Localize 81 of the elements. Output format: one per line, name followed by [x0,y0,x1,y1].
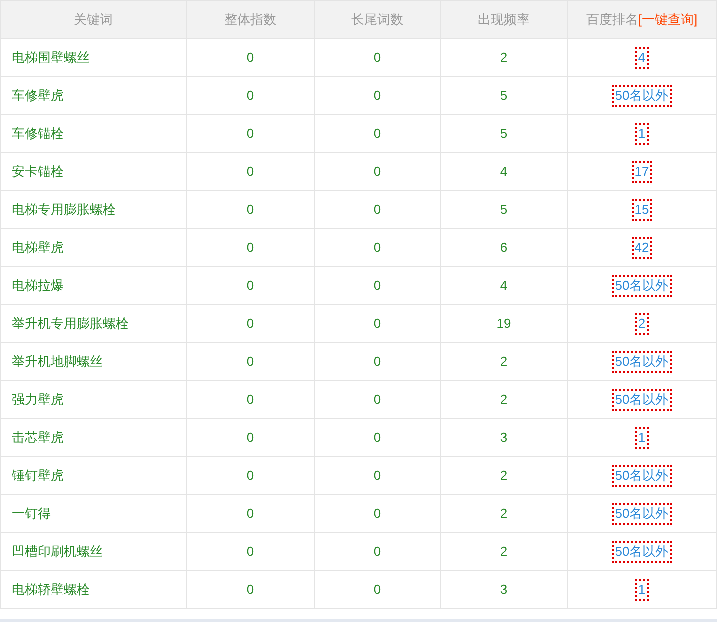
keyword-cell: 电梯壁虎 [0,228,186,266]
table-cell: 2 [440,494,568,532]
keyword-cell: 举升机地脚螺丝 [0,342,186,380]
keyword-cell: 电梯专用膨胀螺栓 [0,190,186,228]
column-header: 关键词 [0,0,186,38]
rank-link[interactable]: 42 [632,236,652,258]
rank-link[interactable]: 2 [635,312,649,334]
keyword-cell: 强力壁虎 [0,380,186,418]
table-cell: 2 [440,456,568,494]
table-cell: 0 [186,342,314,380]
keyword-cell: 凹槽印刷机螺丝 [0,532,186,570]
table-cell: 0 [314,76,440,114]
table-cell: 0 [186,570,314,608]
rank-link[interactable]: 1 [635,122,649,144]
table-cell: 2 [440,342,568,380]
table-cell: 0 [186,380,314,418]
rank-link[interactable]: 50名以外 [612,540,672,562]
table-cell: 5 [440,76,568,114]
rank-link[interactable]: 50名以外 [612,84,672,106]
rank-link[interactable]: 50名以外 [612,388,672,410]
table-cell: 0 [314,342,440,380]
rank-link[interactable]: 50名以外 [612,274,672,296]
rank-link[interactable]: 4 [635,46,649,68]
table-cell: 2 [440,38,568,76]
table-cell: 0 [314,266,440,304]
table-cell: 0 [186,494,314,532]
table-cell: 0 [186,114,314,152]
table-cell: 2 [440,532,568,570]
table-cell: 4 [440,266,568,304]
rank-link[interactable]: 15 [632,198,652,220]
table-cell: 0 [186,76,314,114]
column-header: 整体指数 [186,0,314,38]
keyword-cell: 安卡锚栓 [0,152,186,190]
keyword-cell: 车修壁虎 [0,76,186,114]
table-cell: 0 [314,532,440,570]
table-cell: 2 [440,380,568,418]
table-cell: 0 [186,304,314,342]
keyword-cell: 一钉得 [0,494,186,532]
table-cell: 0 [186,38,314,76]
rank-link[interactable]: 1 [635,578,649,600]
table-cell: 6 [440,228,568,266]
table-cell: 0 [186,456,314,494]
table-cell: 0 [314,152,440,190]
table-cell: 0 [186,228,314,266]
keyword-cell: 锤钉壁虎 [0,456,186,494]
keyword-cell: 击芯壁虎 [0,418,186,456]
keyword-cell: 举升机专用膨胀螺栓 [0,304,186,342]
table-cell: 0 [186,266,314,304]
table-cell: 0 [186,418,314,456]
rank-link[interactable]: 50名以外 [612,502,672,524]
table-cell: 0 [314,38,440,76]
table-cell: 3 [440,570,568,608]
table-cell: 0 [186,190,314,228]
table-cell: 0 [314,228,440,266]
query-all-link[interactable]: [一键查询] [638,12,698,27]
rank-link[interactable]: 50名以外 [612,464,672,486]
table-cell: 0 [314,304,440,342]
table-cell: 0 [314,380,440,418]
table-cell: 5 [440,114,568,152]
table-cell: 0 [314,190,440,228]
keyword-cell: 电梯围壁螺丝 [0,38,186,76]
column-header: 长尾词数 [314,0,440,38]
table-cell: 0 [314,494,440,532]
table-cell: 19 [440,304,568,342]
column-header: 百度排名 [586,12,638,27]
table-cell: 0 [314,114,440,152]
table-cell: 0 [186,532,314,570]
table-cell: 0 [314,456,440,494]
rank-link[interactable]: 17 [632,160,652,182]
table-cell: 0 [314,418,440,456]
column-header: 出现频率 [440,0,568,38]
table-cell: 3 [440,418,568,456]
keyword-cell: 车修锚栓 [0,114,186,152]
keyword-cell: 电梯拉爆 [0,266,186,304]
table-cell: 0 [314,570,440,608]
table-cell: 0 [186,152,314,190]
rank-link[interactable]: 1 [635,426,649,448]
table-cell: 5 [440,190,568,228]
keyword-cell: 电梯轿壁螺栓 [0,570,186,608]
rank-link[interactable]: 50名以外 [612,350,672,372]
table-cell: 4 [440,152,568,190]
